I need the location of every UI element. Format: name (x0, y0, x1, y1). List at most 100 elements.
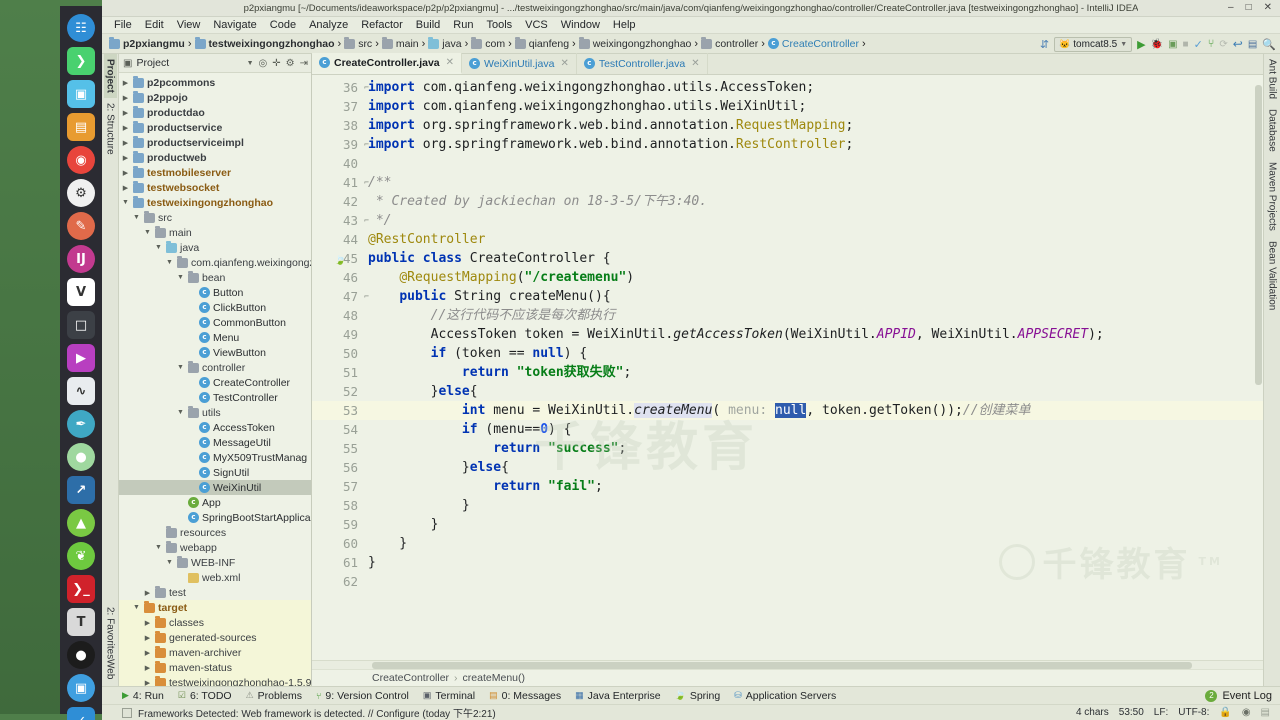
code-line-43[interactable]: */ (364, 211, 1263, 230)
run-icon[interactable]: ▶ (1137, 38, 1145, 51)
code-line-37[interactable]: import com.qianfeng.weixingongzhonghao.u… (364, 97, 1263, 116)
code-line-51[interactable]: return "token获取失败"; (364, 363, 1263, 382)
menu-item-refactor[interactable]: Refactor (355, 18, 409, 32)
toolwindow-6-todo[interactable]: ☑ 6: TODO (178, 690, 232, 702)
tree-node-commonbutton[interactable]: ·cCommonButton (119, 315, 311, 330)
gutter-line-48[interactable]: 48 (312, 306, 364, 325)
breadcrumb-item-p2pxiangmu[interactable]: p2pxiangmu (106, 36, 188, 50)
inspection-icon[interactable]: ◉ (1242, 707, 1251, 718)
code-line-62[interactable] (364, 572, 1263, 591)
close-button[interactable]: ✕ (1264, 2, 1272, 13)
chevron-down-icon[interactable]: ▼ (154, 544, 163, 551)
left-tool-window-bar[interactable]: Project 2: Structure 2: Favorites Web (102, 54, 119, 686)
tree-node-resources[interactable]: · resources (119, 525, 311, 540)
code-line-59[interactable]: } (364, 515, 1263, 534)
menu-bar[interactable]: File Edit View Navigate Code Analyze Refactor B… (102, 17, 1280, 34)
tree-node-webapp[interactable]: ▼ webapp (119, 540, 311, 555)
scrollbar-thumb[interactable] (1255, 85, 1262, 385)
menu-item-run[interactable]: Run (447, 18, 479, 32)
console-icon[interactable]: ❯_ (67, 575, 95, 603)
menu-item-edit[interactable]: Edit (139, 18, 170, 32)
hide-icon[interactable]: ⇥ (300, 58, 308, 69)
menu-item-build[interactable]: Build (410, 18, 446, 32)
project-panel-tools[interactable]: ▼ ◎ ✛ ⚙ ⇥ (247, 58, 308, 69)
chevron-right-icon[interactable]: ▶ (121, 124, 130, 132)
chevron-down-icon[interactable]: ▼ (132, 214, 141, 221)
code-line-40[interactable] (364, 154, 1263, 173)
tree-node-productservice[interactable]: ▶ productservice (119, 120, 311, 135)
breadcrumb-item-testweixingongzhonghao[interactable]: testweixingongzhonghao (192, 36, 338, 50)
chevron-down-icon[interactable]: ▼ (176, 409, 185, 416)
chevron-down-icon[interactable]: ▼ (1120, 41, 1127, 48)
window-icon[interactable]: □ (67, 311, 95, 339)
code-line-50[interactable]: if (token == null) { (364, 344, 1263, 363)
gutter-line-42[interactable]: 42 (312, 192, 364, 211)
tree-node-testcontroller[interactable]: ·cTestController (119, 390, 311, 405)
status-caret-position[interactable]: 53:50 (1119, 707, 1144, 718)
code-line-57[interactable]: return "fail"; (364, 477, 1263, 496)
code-line-60[interactable]: } (364, 534, 1263, 553)
tree-node-app[interactable]: ·cApp (119, 495, 311, 510)
breadcrumb-method[interactable]: createMenu() (463, 672, 525, 684)
tree-node-maven-status[interactable]: ▶ maven-status (119, 660, 311, 675)
gutter-line-52[interactable]: 52 (312, 382, 364, 401)
code-line-42[interactable]: * Created by jackiechan on 18-3-5/下午3:40… (364, 192, 1263, 211)
event-log-label[interactable]: Event Log (1222, 690, 1272, 702)
code-line-55[interactable]: return "success"; (364, 439, 1263, 458)
tree-node-clickbutton[interactable]: ·cClickButton (119, 300, 311, 315)
gutter-line-55[interactable]: 55 (312, 439, 364, 458)
debug-icon[interactable]: 🐞 (1151, 39, 1163, 50)
chevron-right-icon[interactable]: ▶ (143, 664, 152, 672)
tree-node-createcontroller[interactable]: ·cCreateController (119, 375, 311, 390)
wechat-icon[interactable]: ● (67, 443, 95, 471)
editor-breadcrumb[interactable]: CreateController › createMenu() (312, 669, 1263, 686)
code-line-61[interactable]: } (364, 553, 1263, 572)
tree-node-com-qianfeng-weixingongz[interactable]: ▼ com.qianfeng.weixingongz (119, 255, 311, 270)
gutter-line-57[interactable]: 57 (312, 477, 364, 496)
editor-tab-createcontroller-java[interactable]: c CreateController.java ✕ (312, 53, 463, 74)
tree-node-messageutil[interactable]: ·cMessageUtil (119, 435, 311, 450)
blue-chart-icon[interactable]: ↗ (67, 476, 95, 504)
code-line-56[interactable]: }else{ (364, 458, 1263, 477)
code-editor[interactable]: 36 ⌐ 37 38 39 ⌐ 40 41 ⌐ 42 43 ⌐ 44 45 🍃 46 47 ⌐ 48 49 50 51 52… (312, 75, 1263, 660)
editor-horizontal-scrollbar[interactable] (312, 660, 1263, 669)
tree-node-maven-archiver[interactable]: ▶ maven-archiver (119, 645, 311, 660)
target-icon[interactable]: ◎ (259, 58, 268, 69)
chevron-right-icon[interactable]: ▶ (143, 679, 152, 687)
ubuntu-software-icon[interactable]: ☷ (67, 14, 95, 42)
chevron-down-icon[interactable]: ▼ (165, 559, 174, 566)
code-line-58[interactable]: } (364, 496, 1263, 515)
editor-tab-weixinutil-java[interactable]: c WeiXinUtil.java ✕ (462, 53, 577, 74)
search-icon[interactable]: 🔍 (1262, 38, 1276, 51)
chevron-right-icon[interactable]: ▶ (121, 109, 130, 117)
gutter-line-53[interactable]: 53 (312, 401, 364, 420)
check-icon[interactable]: ✓ (1194, 38, 1203, 51)
menu-item-view[interactable]: View (171, 18, 207, 32)
paint-icon[interactable]: ✎ (67, 212, 95, 240)
code-line-45[interactable]: public class CreateController { (364, 249, 1263, 268)
gutter-line-36[interactable]: 36 ⌐ (312, 78, 369, 97)
toolwindow-java-enterprise[interactable]: ▦ Java Enterprise (575, 690, 660, 702)
tree-node-myx509trustmanag[interactable]: ·cMyX509TrustManag (119, 450, 311, 465)
tree-node-src[interactable]: ▼ src (119, 210, 311, 225)
scrollbar-thumb-horizontal[interactable] (372, 662, 1192, 669)
chevron-right-icon[interactable]: ▶ (143, 619, 152, 627)
editor-gutter[interactable]: 36 ⌐ 37 38 39 ⌐ 40 41 ⌐ 42 43 ⌐ 44 45 🍃 46 47 ⌐ 48 49 50 51 52… (312, 75, 369, 660)
tree-node-utils[interactable]: ▼ utils (119, 405, 311, 420)
record-icon[interactable]: ● (67, 641, 95, 669)
tree-node-java[interactable]: ▼ java (119, 240, 311, 255)
status-line-separator[interactable]: LF: (1154, 707, 1168, 718)
toolwindow-terminal[interactable]: ▣ Terminal (423, 690, 475, 702)
chevron-down-icon[interactable]: ▼ (176, 274, 185, 281)
intellij-icon[interactable]: IJ (67, 245, 95, 273)
breadcrumb-item-controller[interactable]: controller (698, 36, 761, 50)
breadcrumb-item-weixingongzhonghao[interactable]: weixingongzhonghao (576, 36, 695, 50)
tree-node-weixinutil[interactable]: ·cWeiXinUtil (119, 480, 311, 495)
gutter-line-40[interactable]: 40 (312, 154, 364, 173)
tree-node-menu[interactable]: ·cMenu (119, 330, 311, 345)
minimize-button[interactable]: – (1228, 2, 1234, 13)
breadcrumb-item-com[interactable]: com (468, 36, 508, 50)
breadcrumb-item-createcontroller[interactable]: c CreateController (765, 38, 862, 50)
code-line-52[interactable]: }else{ (364, 382, 1263, 401)
files-icon[interactable]: ▣ (67, 80, 95, 108)
